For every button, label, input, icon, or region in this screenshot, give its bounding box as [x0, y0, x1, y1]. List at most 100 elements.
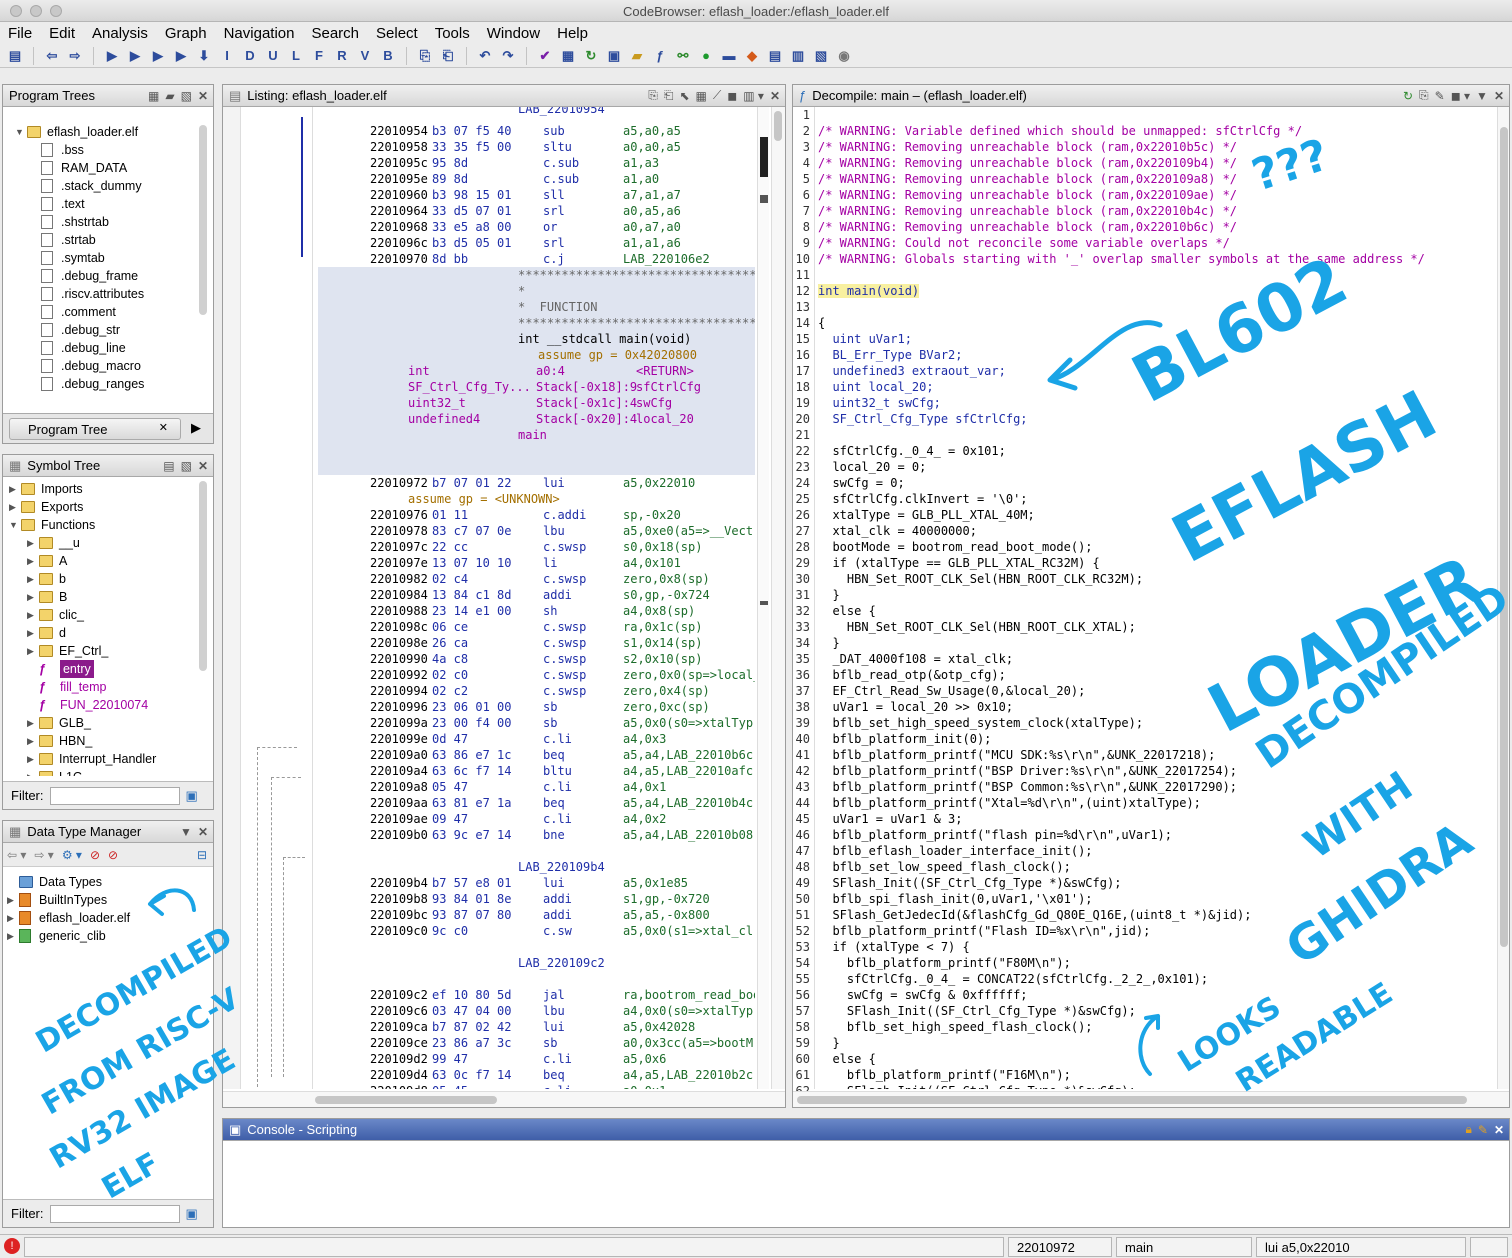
instruction-row[interactable]: 2201098e 26 ca c.swsp s1,0x14(sp) [318, 635, 755, 651]
instruction-row[interactable]: 2201097c 22 cc c.swsp s0,0x18(sp) [318, 539, 755, 555]
menu-select[interactable]: Select [376, 25, 418, 42]
expand-icon[interactable]: ▼ [15, 123, 27, 141]
code-line[interactable]: bflb_spi_flash_init(0,uVar1,'\x01'); [818, 891, 1495, 907]
menu-arrow-icon[interactable]: ▼ [1476, 89, 1488, 103]
checkout-icon[interactable]: ▧ [812, 47, 830, 65]
instruction-row[interactable]: 22010972 b7 07 01 22 lui a5,0x22010 [318, 475, 755, 491]
copy-icon[interactable]: ⎘ [1419, 88, 1429, 103]
data-type-program[interactable]: ▶ eflash_loader.elf [7, 909, 130, 927]
instruction-row[interactable]: 2201098c 06 ce c.swsp ra,0x1c(sp) [318, 619, 755, 635]
listing-code[interactable]: LAB_22010954 22010954 b3 07 f5 40 sub a5,a0,… [318, 107, 755, 1089]
code-line[interactable]: bflb_platform_printf("BSP Common:%s\r\n"… [818, 779, 1495, 795]
symbol-tree-function[interactable]: ▶ A [9, 552, 199, 570]
code-line[interactable]: bflb_platform_printf("MCU SDK:%s\r\n",&U… [818, 747, 1495, 763]
filter-options-icon[interactable]: ▣ [186, 788, 198, 804]
expand-icon[interactable]: ▶ [7, 909, 19, 927]
field-editor-icon[interactable]: ▦ [696, 89, 707, 103]
close-icon[interactable]: ✕ [198, 459, 208, 473]
code-line[interactable]: else { [818, 603, 1495, 619]
code-line[interactable]: bflb_platform_printf("BSP Driver:%s\r\n"… [818, 763, 1495, 779]
code-line[interactable]: SF_Ctrl_Cfg_Type sfCtrlCfg; [818, 411, 1495, 427]
function-parameter[interactable]: uint32_t Stack[-0x1c]:4 swCfg [318, 395, 755, 411]
code-line[interactable]: SFlash_Init((SF_Ctrl_Cfg_Type *)&swCfg); [818, 1083, 1495, 1089]
console-icon[interactable]: ▬ [720, 47, 738, 65]
next-instruction-icon[interactable]: ▶ [103, 47, 121, 65]
undo-icon[interactable]: ↶ [476, 47, 494, 65]
instruction-row[interactable]: 220109c2 ef 10 80 5d jal ra,bootrom_read_bo… [318, 987, 755, 1003]
function-parameter[interactable]: SF_Ctrl_Cfg_Ty... Stack[-0x18]:9 sfCtrlCfg [318, 379, 755, 395]
run-icon[interactable]: ● [697, 47, 715, 65]
memory-icon[interactable]: ▣ [605, 47, 623, 65]
instruction-row[interactable]: 220109d805 45c.lia0,0x1 [318, 1083, 755, 1089]
instruction-row[interactable]: 220109ce 23 86 a7 3c sb a0,0x3cc(a5=>bootM [318, 1035, 755, 1051]
code-line[interactable]: bflb_platform_printf("Flash ID=%x\r\n",j… [818, 923, 1495, 939]
next-label-icon[interactable]: ▶ [172, 47, 190, 65]
code-line[interactable]: if (xtalType < 7) { [818, 939, 1495, 955]
close-icon[interactable]: ✕ [198, 89, 208, 103]
dropdown-arrow-icon[interactable]: ▼ [180, 825, 192, 839]
expand-icon[interactable]: ▶ [27, 606, 39, 624]
folder-icon[interactable]: ▰ [628, 47, 646, 65]
symbol-tree-function[interactable]: ▶ HBN_ [9, 732, 199, 750]
function-signature[interactable]: int __stdcall main(void) [318, 331, 755, 347]
code-line[interactable]: /* WARNING: Removing unreachable block (… [818, 203, 1495, 219]
code-line[interactable]: } [818, 587, 1495, 603]
assume-line[interactable]: assume gp = <UNKNOWN> [318, 491, 755, 507]
overview-bar[interactable] [757, 107, 769, 1089]
function-header-line[interactable]: ****************************************… [318, 267, 755, 283]
program-tree-item[interactable]: .comment [15, 303, 195, 321]
code-line[interactable]: local_20 = 0; [818, 459, 1495, 475]
code-line[interactable]: /* WARNING: Variable defined which shoul… [818, 123, 1495, 139]
instruction-row[interactable]: 22010954 b3 07 f5 40 sub a5,a0,a5 [318, 123, 755, 139]
instruction-row[interactable]: 2201099a 23 00 f4 00 sb a5,0x0(s0=>xtalTyp [318, 715, 755, 731]
close-icon[interactable]: ✕ [770, 89, 780, 103]
redo-icon[interactable]: ↷ [499, 47, 517, 65]
expand-icon[interactable]: ▶ [9, 498, 21, 516]
expand-icon[interactable]: ▶ [27, 624, 39, 642]
code-line[interactable] [818, 107, 1495, 123]
instruction-row[interactable]: 22010968 33 e5 a8 00 or a0,a7,a0 [318, 219, 755, 235]
symbol-filter-input[interactable] [49, 786, 180, 805]
symbol-tree-function[interactable]: ƒ entry [9, 660, 199, 678]
paste-icon[interactable]: ⎗ [664, 88, 674, 103]
expand-icon[interactable]: ▶ [27, 570, 39, 588]
close-icon[interactable]: ✕ [1494, 89, 1504, 103]
code-line[interactable]: sfCtrlCfg.clkInvert = '\0'; [818, 491, 1495, 507]
menu-analysis[interactable]: Analysis [92, 25, 148, 42]
symbol-tree-function[interactable]: ▶ d [9, 624, 199, 642]
instruction-row[interactable]: 220109ca b7 87 02 42 lui a5,0x42028 [318, 1019, 755, 1035]
instruction-row[interactable]: 220109d2 99 47 c.li a5,0x6 [318, 1051, 755, 1067]
code-line[interactable]: SFlash_Init((SF_Ctrl_Cfg_Type *)&swCfg); [818, 875, 1495, 891]
expand-icon[interactable]: ▼ [9, 516, 21, 534]
scroll-thumb[interactable] [797, 1096, 1467, 1104]
menu-help[interactable]: Help [557, 25, 588, 42]
code-line[interactable]: swCfg = 0; [818, 475, 1495, 491]
symbol-node-exports[interactable]: ▶ Exports [9, 498, 199, 516]
blank-line[interactable] [318, 443, 755, 459]
code-line[interactable]: bflb_set_high_speed_system_clock(xtalTyp… [818, 715, 1495, 731]
edit-icon[interactable]: ✎ [1435, 89, 1445, 103]
code-line[interactable]: xtalType = GLB_PLL_XTAL_40M; [818, 507, 1495, 523]
filter-options-icon[interactable]: ▣ [186, 1206, 198, 1222]
close-tab-icon[interactable]: ✕ [159, 421, 168, 434]
code-line[interactable]: bootMode = bootrom_read_boot_mode(); [818, 539, 1495, 555]
instruction-row[interactable]: 220109c6 03 47 04 00 lbu a4,0x0(s0=>xtalTyp [318, 1003, 755, 1019]
program-tree-item[interactable]: .debug_frame [15, 267, 195, 285]
instruction-row[interactable]: 2201096c b3 d5 05 01 srl a1,a1,a6 [318, 235, 755, 251]
code-line[interactable]: _DAT_4000f108 = xtal_clk; [818, 651, 1495, 667]
symbol-tree-function[interactable]: ▶ Interrupt_Handler [9, 750, 199, 768]
forward-icon[interactable]: ⇨ [66, 47, 84, 65]
scroll-thumb[interactable] [774, 111, 782, 141]
new-tree-icon[interactable]: ▦ [148, 89, 159, 103]
instruction-row[interactable]: 220109b8 93 84 01 8e addi s1,gp,-0x720 [318, 891, 755, 907]
instruction-row[interactable]: 220109a0 63 86 e7 1c beq a5,a4,LAB_22010b6c [318, 747, 755, 763]
layout-icon[interactable]: ▥ ▾ [743, 89, 764, 103]
instruction-row[interactable]: 220109aa 63 81 e7 1a beq a5,a4,LAB_22010b4c [318, 795, 755, 811]
nav-u-icon[interactable]: U [264, 47, 282, 65]
data-types-root[interactable]: Data Types [7, 873, 130, 891]
filter-disabled-icon[interactable]: ⊘ [90, 848, 100, 862]
instruction-row[interactable]: 2201097e 13 07 10 10 li a4,0x101 [318, 555, 755, 571]
graph-icon[interactable]: ⚯ [674, 47, 692, 65]
instruction-row[interactable]: 220109d4 63 0c f7 14 beq a4,a5,LAB_22010b2c [318, 1067, 755, 1083]
nav-l-icon[interactable]: L [287, 47, 305, 65]
